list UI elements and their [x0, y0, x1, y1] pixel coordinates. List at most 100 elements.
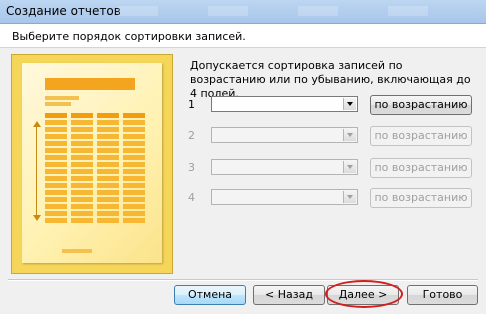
sort-order-button-2[interactable]: по возрастанию	[370, 126, 472, 146]
preview-footer-line	[62, 249, 92, 253]
preview-grid-cell	[45, 190, 67, 195]
preview-grid-cell	[123, 211, 145, 216]
preview-grid-cell	[97, 183, 119, 188]
preview-grid-cell	[45, 120, 67, 125]
preview-grid-cell	[123, 155, 145, 160]
sort-order-button-3[interactable]: по возрастанию	[370, 158, 472, 178]
preview-grid-cell	[123, 162, 145, 167]
preview-grid-cell	[45, 211, 67, 216]
preview-grid-cell	[123, 190, 145, 195]
preview-grid-cell	[71, 190, 93, 195]
preview-grid-cell	[45, 218, 67, 223]
sort-field-combo-4[interactable]	[211, 189, 358, 205]
preview-grid-cell	[97, 127, 119, 132]
header-prompt: Выберите порядок сортировки записей.	[12, 30, 246, 43]
preview-grid-cell	[45, 162, 67, 167]
preview-grid-cell	[123, 204, 145, 209]
preview-grid-cell	[123, 183, 145, 188]
preview-grid-cell	[97, 218, 119, 223]
preview-grid-cell	[71, 204, 93, 209]
sort-order-button-4[interactable]: по возрастанию	[370, 188, 472, 208]
window-title: Создание отчетов	[6, 4, 121, 18]
preview-grid-cell	[45, 176, 67, 181]
back-button[interactable]: < Назад	[253, 285, 325, 305]
preview-grid-cell	[123, 169, 145, 174]
preview-grid-cell	[71, 127, 93, 132]
sort-field-combo-1[interactable]	[211, 96, 358, 112]
sort-up-arrow-icon	[33, 121, 41, 127]
preview-grid-cell	[71, 176, 93, 181]
preview-grid-cell	[97, 190, 119, 195]
preview-grid-cell	[45, 197, 67, 202]
preview-grid-cell	[71, 183, 93, 188]
preview-grid-cell	[71, 211, 93, 216]
finish-button[interactable]: Готово	[407, 285, 478, 305]
preview-grid-cell	[45, 148, 67, 153]
sort-row-number: 1	[188, 98, 195, 111]
preview-grid-cell	[71, 169, 93, 174]
sort-field-combo-3[interactable]	[211, 159, 358, 175]
preview-grid-cell	[71, 155, 93, 160]
preview-grid-cell	[97, 197, 119, 202]
sort-arrow-line	[36, 127, 37, 215]
chevron-down-icon[interactable]	[343, 161, 356, 173]
preview-table-grid	[45, 113, 145, 223]
sort-row-number: 2	[188, 129, 195, 142]
preview-grid-cell	[71, 148, 93, 153]
preview-grid-cell	[97, 113, 119, 118]
preview-grid-cell	[71, 218, 93, 223]
preview-grid-cell	[97, 176, 119, 181]
preview-grid-cell	[45, 155, 67, 160]
sort-order-button-1[interactable]: по возрастанию	[370, 95, 472, 115]
preview-grid-cell	[45, 169, 67, 174]
preview-grid-cell	[123, 197, 145, 202]
preview-grid-cell	[123, 113, 145, 118]
next-button-highlight-circle	[325, 280, 403, 308]
preview-grid-cell	[71, 134, 93, 139]
preview-grid-cell	[97, 141, 119, 146]
preview-grid-cell	[45, 113, 67, 118]
preview-grid-cell	[71, 162, 93, 167]
preview-grid-cell	[45, 141, 67, 146]
sort-down-arrow-icon	[33, 215, 41, 221]
preview-grid-cell	[97, 134, 119, 139]
preview-grid-cell	[97, 148, 119, 153]
preview-grid-cell	[71, 113, 93, 118]
title-bar: Создание отчетов	[0, 0, 486, 24]
preview-grid-cell	[45, 204, 67, 209]
preview-grid-cell	[71, 197, 93, 202]
preview-grid-cell	[123, 141, 145, 146]
preview-page	[22, 63, 162, 263]
preview-grid-cell	[45, 183, 67, 188]
chevron-down-icon[interactable]	[343, 98, 356, 110]
sort-field-combo-2[interactable]	[211, 127, 358, 143]
preview-grid-cell	[123, 127, 145, 132]
preview-title-bar	[45, 78, 135, 90]
chevron-down-icon[interactable]	[343, 191, 356, 203]
preview-grid-cell	[97, 155, 119, 160]
wizard-header: Выберите порядок сортировки записей.	[0, 24, 486, 48]
preview-grid-cell	[123, 120, 145, 125]
preview-grid-cell	[97, 169, 119, 174]
preview-grid-cell	[71, 141, 93, 146]
preview-grid-cell	[45, 134, 67, 139]
preview-grid-cell	[97, 120, 119, 125]
report-preview-illustration	[11, 54, 173, 274]
preview-grid-cell	[97, 162, 119, 167]
footer-separator	[8, 279, 478, 281]
preview-grid-cell	[97, 204, 119, 209]
preview-grid-cell	[123, 218, 145, 223]
preview-grid-cell	[45, 127, 67, 132]
sort-row-number: 3	[188, 161, 195, 174]
preview-grid-cell	[123, 134, 145, 139]
preview-line	[45, 96, 79, 100]
preview-grid-cell	[97, 211, 119, 216]
preview-line	[45, 102, 71, 106]
chevron-down-icon[interactable]	[343, 129, 356, 141]
preview-grid-cell	[123, 176, 145, 181]
preview-grid-cell	[71, 120, 93, 125]
title-bar-background	[118, 6, 478, 16]
preview-grid-cell	[123, 148, 145, 153]
sort-row-number: 4	[188, 191, 195, 204]
cancel-button[interactable]: Отмена	[174, 285, 246, 305]
